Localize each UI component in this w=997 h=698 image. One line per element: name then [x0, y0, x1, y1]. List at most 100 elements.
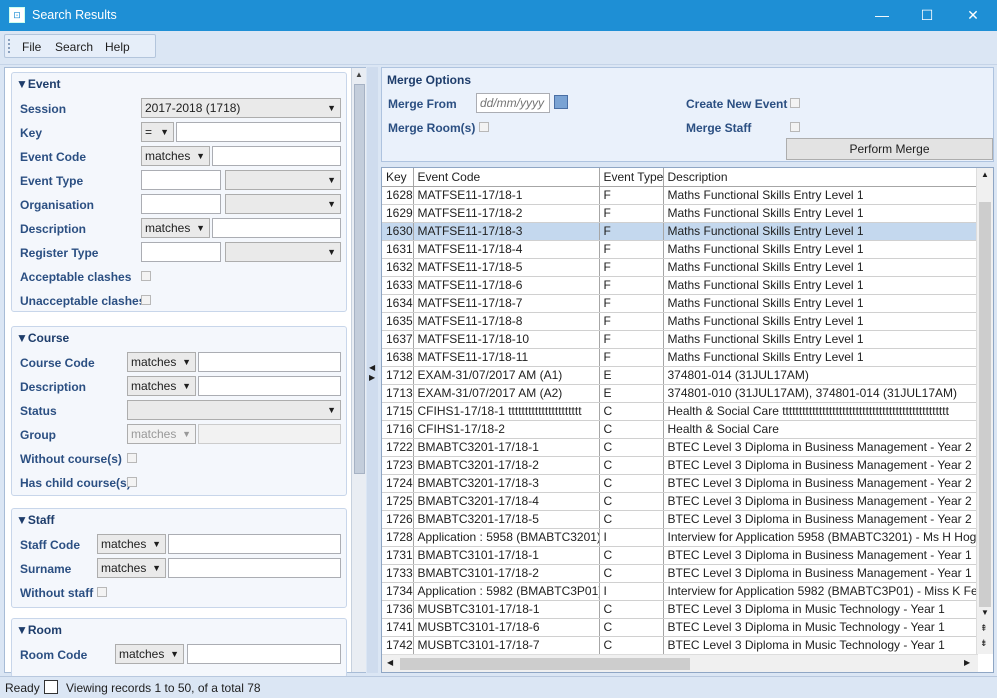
scroll-thumb[interactable] [400, 658, 690, 670]
table-row[interactable]: 1628 MATFSE11-17/18-1 F Maths Functional Sk… [382, 186, 977, 205]
event-code-input[interactable] [212, 146, 341, 166]
page-up-icon[interactable]: ⇞ [980, 623, 988, 634]
create-new-event-checkbox[interactable] [790, 98, 800, 108]
table-row[interactable]: 1715 CFIHS1-17/18-1 ttttttttttttttttttttt… [382, 402, 977, 421]
surname-input[interactable] [168, 558, 341, 578]
organisation-select[interactable]: ▼ [225, 194, 341, 214]
merge-staff-checkbox[interactable] [790, 122, 800, 132]
course-header[interactable]: ▼Course [16, 331, 69, 345]
merge-rooms-checkbox[interactable] [479, 122, 489, 132]
room-code-input[interactable] [187, 644, 341, 664]
status-checkbox[interactable] [44, 680, 58, 694]
cell-description: 374801-010 (31JUL17AM), 374801-014 (31JU… [663, 384, 977, 403]
description-operator-select[interactable]: matches ▼ [141, 218, 210, 238]
scroll-thumb[interactable] [354, 84, 365, 474]
table-row[interactable]: 1637 MATFSE11-17/18-10 F Maths Functional S… [382, 330, 977, 349]
table-row[interactable]: 1635 MATFSE11-17/18-8 F Maths Functional Sk… [382, 312, 977, 331]
course-code-operator-select[interactable]: matches ▼ [127, 352, 196, 372]
staff-header[interactable]: ▼Staff [16, 513, 55, 527]
staff-code-input[interactable] [168, 534, 341, 554]
has-child-course-checkbox[interactable] [127, 477, 137, 487]
table-row[interactable]: 1723 BMABTC3201-17/18-2 C BTEC Level 3 Dipl… [382, 456, 977, 475]
event-type-select[interactable]: ▼ [225, 170, 341, 190]
table-row[interactable]: 1716 CFIHS1-17/18-2 C Health & Social Care [382, 420, 977, 439]
event-code-operator-select[interactable]: matches ▼ [141, 146, 210, 166]
without-staff-checkbox[interactable] [97, 587, 107, 597]
key-input[interactable] [176, 122, 341, 142]
filter-scrollbar[interactable]: ▲ [351, 68, 366, 672]
grid-horizontal-scrollbar[interactable]: ◀ ▶ [382, 654, 978, 672]
course-code-input[interactable] [198, 352, 341, 372]
cell-event-code: MATFSE11-17/18-7 [413, 294, 600, 313]
scroll-left-icon[interactable]: ◀ [387, 658, 393, 667]
surname-operator-select[interactable]: matches ▼ [97, 558, 166, 578]
table-row[interactable]: 1712 EXAM-31/07/2017 AM (A1) E 374801-014 (… [382, 366, 977, 385]
page-down-icon[interactable]: ⇟ [980, 638, 988, 649]
table-row[interactable]: 1631 MATFSE11-17/18-4 F Maths Functional Sk… [382, 240, 977, 259]
table-row[interactable]: 1629 MATFSE11-17/18-2 F Maths Functional Sk… [382, 204, 977, 223]
status-select[interactable]: ▼ [127, 400, 341, 420]
event-header[interactable]: ▼Event [16, 77, 61, 91]
cell-description: Maths Functional Skills Entry Level 1 [663, 348, 977, 367]
table-row[interactable]: 1725 BMABTC3201-17/18-4 C BTEC Level 3 Dipl… [382, 492, 977, 511]
scroll-up-icon[interactable]: ▲ [981, 170, 989, 179]
without-course-checkbox[interactable] [127, 453, 137, 463]
table-row[interactable]: 1734 Application : 5982 (BMABTC3P01) I Inte… [382, 582, 977, 601]
close-button[interactable]: ✕ [950, 0, 996, 31]
menu-file[interactable]: File [22, 40, 41, 54]
table-row[interactable]: 1634 MATFSE11-17/18-7 F Maths Functional Sk… [382, 294, 977, 313]
room-code-operator-select[interactable]: matches ▼ [115, 644, 184, 664]
chevron-right-icon[interactable]: ▶ [369, 373, 375, 382]
scroll-up-icon[interactable]: ▲ [355, 70, 363, 79]
table-row[interactable]: 1742 MUSBTC3101-17/18-7 C BTEC Level 3 Dipl… [382, 636, 977, 655]
scroll-right-icon[interactable]: ▶ [964, 658, 970, 667]
column-header-event-code[interactable]: Event Code [413, 168, 600, 187]
cell-key: 1631 [382, 240, 414, 259]
menu-help[interactable]: Help [105, 40, 130, 54]
chevron-left-icon[interactable]: ◀ [369, 363, 375, 372]
table-row[interactable]: 1713 EXAM-31/07/2017 AM (A2) E 374801-010 (… [382, 384, 977, 403]
table-row[interactable]: 1728 Application : 5958 (BMABTC3201) I Inte… [382, 528, 977, 547]
table-row[interactable]: 1731 BMABTC3101-17/18-1 C BTEC Level 3 Dipl… [382, 546, 977, 565]
menu-search[interactable]: Search [55, 40, 93, 54]
description-input[interactable] [212, 218, 341, 238]
staff-code-operator-select[interactable]: matches ▼ [97, 534, 166, 554]
calendar-icon[interactable] [554, 95, 568, 109]
course-description-input[interactable] [198, 376, 341, 396]
perform-merge-button[interactable]: Perform Merge [786, 138, 993, 160]
table-row[interactable]: 1736 MUSBTC3101-17/18-1 C BTEC Level 3 Dipl… [382, 600, 977, 619]
course-description-operator-select[interactable]: matches ▼ [127, 376, 196, 396]
key-operator-select[interactable]: = ▼ [141, 122, 174, 142]
table-row[interactable]: 1630 MATFSE11-17/18-3 F Maths Functional Sk… [382, 222, 977, 241]
scroll-down-icon[interactable]: ▼ [981, 608, 989, 617]
event-type-input[interactable] [141, 170, 221, 190]
register-type-input[interactable] [141, 242, 221, 262]
column-header-event-type[interactable]: Event Type [599, 168, 664, 187]
cell-description: BTEC Level 3 Diploma in Business Managem… [663, 510, 977, 529]
table-row[interactable]: 1724 BMABTC3201-17/18-3 C BTEC Level 3 Dipl… [382, 474, 977, 493]
table-row[interactable]: 1638 MATFSE11-17/18-11 F Maths Functional S… [382, 348, 977, 367]
table-row[interactable]: 1722 BMABTC3201-17/18-1 C BTEC Level 3 Dipl… [382, 438, 977, 457]
column-header-key[interactable]: Key [382, 168, 414, 187]
table-row[interactable]: 1632 MATFSE11-17/18-5 F Maths Functional Sk… [382, 258, 977, 277]
merge-from-date-input[interactable] [476, 93, 550, 113]
cell-event-type: C [599, 402, 664, 421]
room-header[interactable]: ▼Room [16, 623, 62, 637]
minimize-button[interactable]: — [859, 0, 905, 31]
maximize-button[interactable]: ☐ [904, 0, 950, 31]
table-row[interactable]: 1633 MATFSE11-17/18-6 F Maths Functional Sk… [382, 276, 977, 295]
column-header-description[interactable]: Description [663, 168, 977, 187]
panel-splitter[interactable]: ◀ ▶ [367, 67, 378, 673]
scroll-thumb[interactable] [979, 202, 991, 607]
table-row[interactable]: 1726 BMABTC3201-17/18-5 C BTEC Level 3 Dipl… [382, 510, 977, 529]
register-type-select[interactable]: ▼ [225, 242, 341, 262]
cell-description: BTEC Level 3 Diploma in Business Managem… [663, 492, 977, 511]
table-row[interactable]: 1733 BMABTC3101-17/18-2 C BTEC Level 3 Dipl… [382, 564, 977, 583]
status-label: Status [20, 404, 57, 418]
session-select[interactable]: 2017-2018 (1718) ▼ [141, 98, 341, 118]
grid-vertical-scrollbar[interactable]: ▲ ▼ ⇞ ⇟ [976, 168, 993, 654]
organisation-input[interactable] [141, 194, 221, 214]
acceptable-clashes-checkbox[interactable] [141, 271, 151, 281]
unacceptable-clashes-checkbox[interactable] [141, 295, 151, 305]
table-row[interactable]: 1741 MUSBTC3101-17/18-6 C BTEC Level 3 Dipl… [382, 618, 977, 637]
